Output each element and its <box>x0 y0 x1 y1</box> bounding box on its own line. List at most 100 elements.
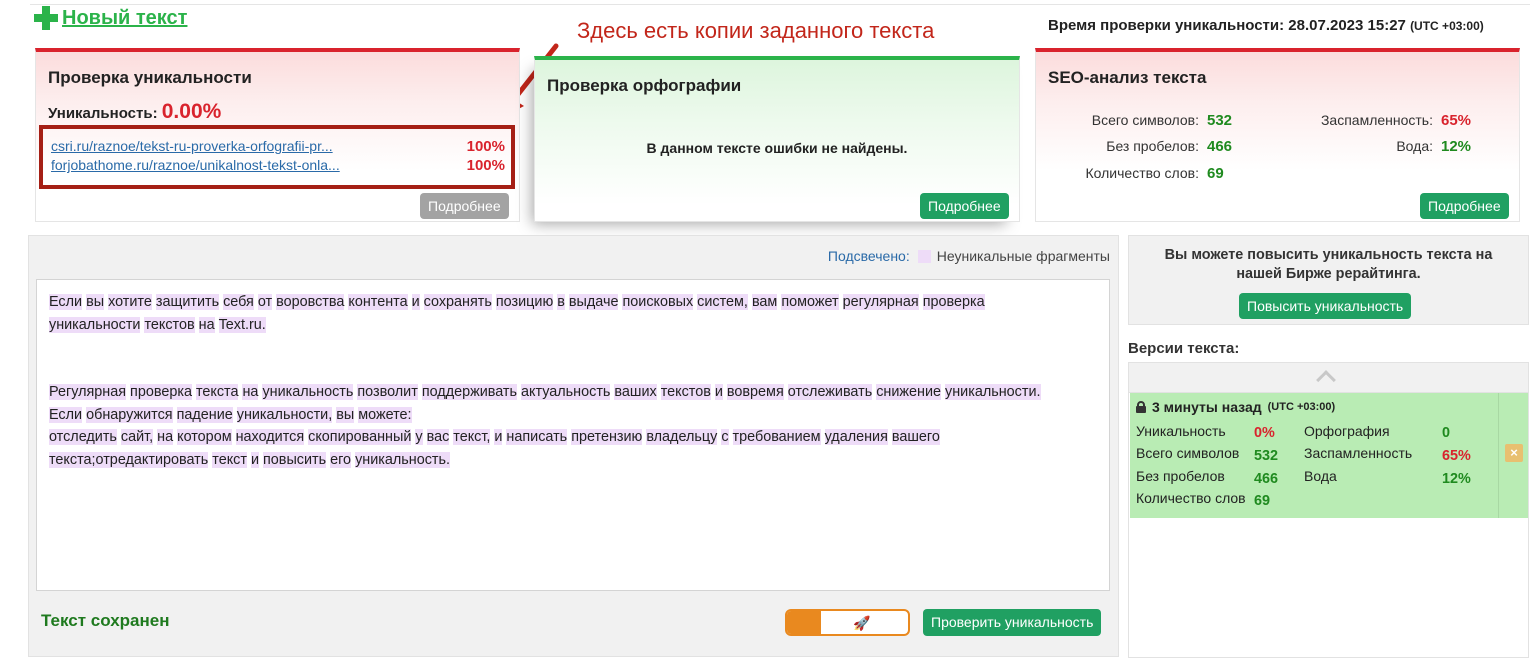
check-uniqueness-button[interactable]: Проверить уникальность <box>923 609 1102 636</box>
highlighted-word: с <box>721 429 729 445</box>
highlighted-word: позволит <box>357 384 418 400</box>
chevron-up-icon <box>1316 370 1336 390</box>
seo-total-chars-value: 532 <box>1207 112 1233 129</box>
seo-details-button[interactable]: Подробнее <box>1420 193 1509 219</box>
spelling-card-title: Проверка орфографии <box>547 76 742 95</box>
seo-water-label: Вода: <box>1396 138 1433 154</box>
highlighted-word: и <box>714 384 723 400</box>
seo-card: SEO-анализ текста Всего символов: 532 Бе… <box>1035 48 1520 222</box>
highlighted-word: сохранять <box>423 294 492 310</box>
new-text-link[interactable]: Новый текст <box>34 6 187 30</box>
uniqueness-label: Уникальность: <box>48 105 158 122</box>
highlighted-word: находится <box>235 429 305 445</box>
highlighted-word: проверка <box>130 384 192 400</box>
highlighted-word: снижение <box>876 384 942 400</box>
boost-uniqueness-button[interactable]: Повысить уникальность <box>1239 293 1412 319</box>
promo-text-line1: Вы можете повысить уникальность текста н… <box>1164 247 1493 263</box>
highlighted-word: скопированный <box>308 429 412 445</box>
seo-spam: Заспамленность: 65% <box>1276 112 1481 129</box>
version-uniq-label: Уникальность <box>1136 423 1226 439</box>
text-line: текста;отредактировать текст и повысить … <box>49 449 1097 472</box>
highlighted-word: вам <box>751 294 778 310</box>
highlighted-word: текстов <box>144 316 195 333</box>
highlighted-word: котором <box>177 429 232 445</box>
highlighted-word: его <box>330 451 352 468</box>
seo-water-value: 12% <box>1441 138 1472 155</box>
text-editor[interactable]: Если вы хотите защитить себя от воровств… <box>36 279 1110 591</box>
highlighted-word: написать <box>506 429 568 445</box>
turbo-toggle[interactable]: 🚀 <box>785 609 910 636</box>
plus-icon <box>34 6 58 30</box>
new-text-label[interactable]: Новый текст <box>62 7 187 30</box>
highlighted-word: текст <box>212 451 247 468</box>
highlighted-word: уникальности <box>49 316 141 333</box>
highlighted-word: вы <box>336 406 355 423</box>
highlighted-word: проверка <box>922 294 985 310</box>
highlighted-word: у <box>415 429 423 445</box>
highlighted-word: актуальность <box>521 384 611 400</box>
source-row: forjobathome.ru/raznoe/unikalnost-tekst-… <box>51 156 505 175</box>
uniqueness-details-button[interactable]: Подробнее <box>420 193 509 219</box>
check-time: Время проверки уникальности: 28.07.2023 … <box>1048 17 1484 34</box>
version-item[interactable]: 3 минуты назад (UTC +03:00) Уникальность… <box>1130 393 1498 518</box>
highlighted-word: вовремя <box>726 384 784 400</box>
highlighted-word: отредактировать <box>95 451 209 468</box>
annotation-text: Здесь есть копии заданного текста <box>577 18 935 43</box>
version-words-value: 69 <box>1254 493 1271 509</box>
versions-scroll-up[interactable] <box>1129 363 1528 393</box>
highlighted-word: сайт, <box>120 429 154 445</box>
highlighted-word: владельцу <box>646 429 718 445</box>
toggle-knob <box>787 611 821 634</box>
seo-word-count: Количество слов: 69 <box>1036 165 1242 182</box>
promo-text-line2: нашей Бирже рерайтинга. <box>1236 266 1421 282</box>
promo-panel: Вы можете повысить уникальность текста н… <box>1128 235 1529 325</box>
editor-panel: Подсвечено: Неуникальные фрагменты Если … <box>28 235 1119 657</box>
highlighted-word: себя <box>223 294 254 310</box>
version-nospace-label: Без пробелов <box>1136 468 1225 484</box>
highlighted-word: и <box>250 451 259 468</box>
seo-spam-label: Заспамленность: <box>1320 112 1433 128</box>
highlighted-word: защитить <box>155 294 220 310</box>
spelling-details-button[interactable]: Подробнее <box>920 193 1009 219</box>
source-link[interactable]: forjobathome.ru/raznoe/unikalnost-tekst-… <box>51 156 340 175</box>
seo-total-chars-label: Всего символов: <box>1091 112 1199 128</box>
highlighted-word: воровства <box>276 294 345 310</box>
highlighted-word: отследить <box>49 429 117 445</box>
highlight-legend: Подсвечено: Неуникальные фрагменты <box>828 248 1110 264</box>
legend-swatch <box>917 249 931 263</box>
lock-icon <box>1136 401 1146 413</box>
highlighted-word: поисковых <box>622 294 694 310</box>
close-icon[interactable]: × <box>1505 444 1523 462</box>
sources-list: csri.ru/raznoe/tekst-ru-proverka-orfogra… <box>39 125 515 189</box>
highlighted-word: отслеживать <box>787 384 873 400</box>
highlighted-word: позицию <box>495 294 554 310</box>
version-side: × <box>1498 393 1528 518</box>
highlighted-word: вы <box>86 294 105 310</box>
highlighted-word: удаления <box>824 429 888 445</box>
version-spell-value: 0 <box>1442 425 1451 441</box>
highlighted-word: выдаче <box>568 294 619 310</box>
highlighted-word: Если <box>49 406 83 423</box>
text-line: Если вы хотите защитить себя от воровств… <box>49 291 1097 314</box>
highlighted-word: требованием <box>732 429 821 445</box>
seo-no-spaces-value: 466 <box>1207 138 1233 155</box>
source-link[interactable]: csri.ru/raznoe/tekst-ru-proverka-orfogra… <box>51 137 333 156</box>
saved-status: Текст сохранен <box>41 611 170 630</box>
source-row: csri.ru/raznoe/tekst-ru-proverka-orfogra… <box>51 137 505 156</box>
highlighted-word: текста <box>195 384 239 400</box>
highlighted-word: ru. <box>248 316 266 333</box>
highlighted-word: текст, <box>453 429 491 445</box>
seo-word-count-value: 69 <box>1207 165 1224 182</box>
version-spell-label: Орфография <box>1304 423 1390 439</box>
highlighted-word: ваших <box>614 384 657 400</box>
highlighted-word: Регулярная <box>49 384 127 400</box>
version-spam-label: Заспамленность <box>1304 445 1413 461</box>
versions-title: Версии текста: <box>1128 340 1240 357</box>
highlighted-word: уникальности, <box>236 406 333 423</box>
top-divider <box>30 4 1530 5</box>
text-line: Если обнаружится падение уникальности, в… <box>49 404 1097 427</box>
version-total-label: Всего символов <box>1136 445 1240 461</box>
highlighted-word: контента <box>348 294 408 310</box>
check-time-label: Время проверки уникальности: 28.07.2023 … <box>1048 17 1406 34</box>
highlighted-word: претензию <box>571 429 643 445</box>
